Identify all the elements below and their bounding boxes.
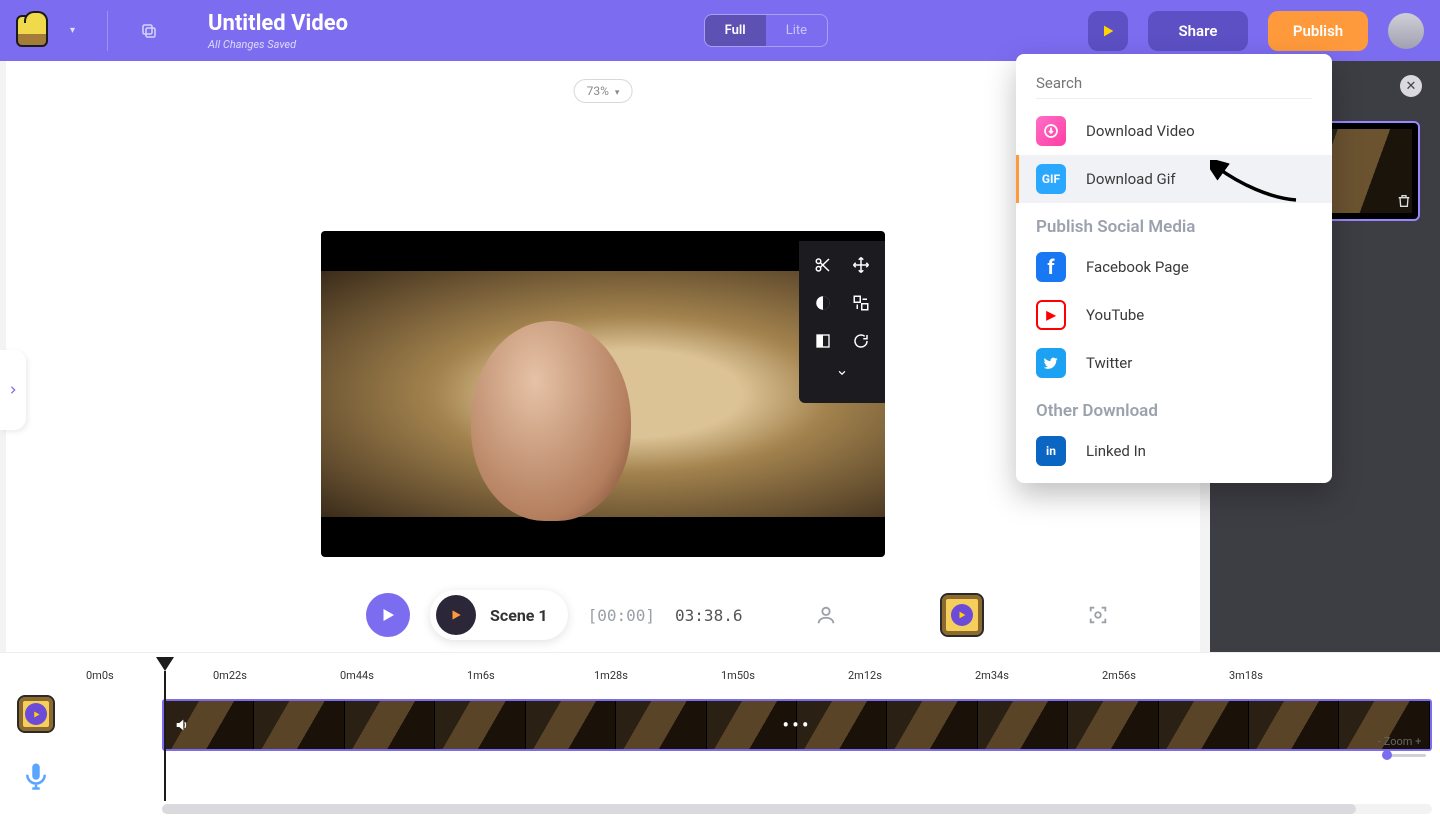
- zoom-label: Zoom: [1384, 735, 1413, 748]
- preview-button[interactable]: [1088, 11, 1128, 51]
- timeline-tools: [0, 653, 72, 822]
- user-avatar[interactable]: [1388, 13, 1424, 49]
- download-gif-label: Download Gif: [1086, 170, 1176, 188]
- mode-full[interactable]: Full: [705, 15, 766, 46]
- other-section-title: Other Download: [1016, 387, 1332, 427]
- current-time: [00:00]: [588, 606, 655, 625]
- twitter-label: Twitter: [1086, 354, 1132, 372]
- time-tick: 1m6s: [467, 669, 495, 682]
- reel-icon[interactable]: [940, 593, 984, 637]
- video-track-icon[interactable]: [17, 695, 55, 733]
- play-button[interactable]: [366, 593, 410, 637]
- time-tick: 0m0s: [86, 669, 114, 682]
- contrast-icon[interactable]: [809, 289, 837, 317]
- swap-icon[interactable]: [847, 289, 875, 317]
- youtube-item[interactable]: ▶ YouTube: [1016, 291, 1332, 339]
- annotation-arrow: [1210, 160, 1300, 206]
- clip-tools: [799, 241, 885, 403]
- timeline-zoom[interactable]: - Zoom +: [1378, 735, 1430, 761]
- transport-bar: Scene 1 [00:00] 03:38.6: [6, 578, 1200, 652]
- close-panel-button[interactable]: ✕: [1400, 75, 1422, 97]
- title-block: Untitled Video All Changes Saved: [208, 11, 348, 51]
- timeline-main[interactable]: 0m0s 0m22s 0m44s 1m6s 1m28s 1m50s 2m12s 2m34s 2m…: [72, 653, 1440, 822]
- gif-icon: GIF: [1036, 164, 1066, 194]
- download-video-item[interactable]: Download Video: [1016, 107, 1332, 155]
- copy-icon[interactable]: [140, 22, 158, 40]
- scene-chip[interactable]: Scene 1: [430, 590, 568, 640]
- mode-lite[interactable]: Lite: [766, 15, 827, 46]
- timeline: 0m0s 0m22s 0m44s 1m6s 1m28s 1m50s 2m12s 2m34s 2m…: [0, 652, 1440, 822]
- twitter-item[interactable]: Twitter: [1016, 339, 1332, 387]
- share-button[interactable]: Share: [1148, 11, 1248, 51]
- time-tick: 1m28s: [594, 669, 628, 682]
- mode-toggle: Full Lite: [704, 14, 828, 47]
- social-section-title: Publish Social Media: [1016, 203, 1332, 243]
- save-status: All Changes Saved: [208, 38, 348, 51]
- logo-menu-caret[interactable]: ▾: [70, 25, 75, 36]
- time-ruler[interactable]: 0m0s 0m22s 0m44s 1m6s 1m28s 1m50s 2m12s 2m34s 2m…: [72, 665, 1440, 695]
- linkedin-item[interactable]: in Linked In: [1016, 427, 1332, 475]
- chevron-down-icon[interactable]: [809, 365, 875, 381]
- publish-dropdown: Download Video GIF Download Gif Publish …: [1016, 54, 1332, 483]
- publish-button[interactable]: Publish: [1268, 11, 1368, 51]
- video-track[interactable]: •••: [162, 699, 1432, 751]
- facebook-label: Facebook Page: [1086, 258, 1189, 276]
- time-tick: 0m44s: [340, 669, 374, 682]
- twitter-icon: [1036, 348, 1066, 378]
- trash-icon[interactable]: [1396, 193, 1412, 213]
- track-more-icon[interactable]: •••: [782, 713, 811, 737]
- video-preview[interactable]: [321, 231, 885, 557]
- divider: [107, 11, 108, 51]
- time-tick: 1m50s: [721, 669, 755, 682]
- time-tick: 2m12s: [848, 669, 882, 682]
- scene-play-icon[interactable]: [436, 595, 476, 635]
- youtube-label: YouTube: [1086, 306, 1144, 324]
- download-video-icon: [1036, 116, 1066, 146]
- time-tick: 3m18s: [1229, 669, 1263, 682]
- video-title[interactable]: Untitled Video: [208, 11, 348, 36]
- focus-icon[interactable]: [1084, 601, 1112, 629]
- linkedin-icon: in: [1036, 436, 1066, 466]
- mic-icon[interactable]: [21, 761, 51, 791]
- top-header: ▾ Untitled Video All Changes Saved Full …: [0, 0, 1440, 61]
- zoom-dropdown[interactable]: 73%: [574, 79, 633, 103]
- playhead[interactable]: [156, 657, 174, 671]
- time-tick: 2m56s: [1102, 669, 1136, 682]
- rotate-icon[interactable]: [847, 327, 875, 355]
- person-icon[interactable]: [812, 601, 840, 629]
- cut-icon[interactable]: [809, 251, 837, 279]
- speaker-icon[interactable]: [174, 717, 190, 737]
- app-logo[interactable]: [16, 15, 48, 47]
- youtube-icon: ▶: [1036, 300, 1066, 330]
- time-tick: 2m34s: [975, 669, 1009, 682]
- publish-search-input[interactable]: [1036, 68, 1312, 99]
- facebook-item[interactable]: f Facebook Page: [1016, 243, 1332, 291]
- total-duration: 03:38.6: [675, 606, 742, 625]
- scene-label: Scene 1: [490, 606, 548, 625]
- download-video-label: Download Video: [1086, 122, 1195, 140]
- move-icon[interactable]: [847, 251, 875, 279]
- facebook-icon: f: [1036, 252, 1066, 282]
- linkedin-label: Linked In: [1086, 442, 1146, 460]
- mask-icon[interactable]: [809, 327, 837, 355]
- time-tick: 0m22s: [213, 669, 247, 682]
- side-panel-toggle[interactable]: [0, 350, 26, 430]
- timeline-scrollbar[interactable]: [162, 804, 1432, 814]
